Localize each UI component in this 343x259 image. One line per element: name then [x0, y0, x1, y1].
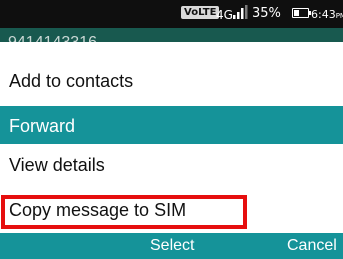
clock-time: 6:43 — [311, 8, 336, 21]
menu-item-view-details[interactable]: View details — [0, 153, 343, 177]
volte-badge: VoLTE — [181, 6, 220, 19]
background-conversation-header: 9414143316 — [0, 28, 343, 42]
select-softkey[interactable]: Select — [150, 236, 194, 256]
cancel-softkey[interactable]: Cancel — [287, 236, 337, 256]
battery-percent: 35% — [252, 6, 281, 21]
status-bar: VoLTE 4G 35% 6:43PM — [0, 0, 343, 28]
network-type: 4G — [216, 8, 233, 22]
battery-icon — [292, 8, 311, 18]
clock: 6:43PM — [311, 8, 343, 23]
highlight-annotation-box — [1, 195, 247, 229]
battery-level-fill — [294, 10, 299, 16]
signal-bars-icon — [233, 5, 248, 19]
menu-item-add-to-contacts[interactable]: Add to contacts — [0, 69, 343, 93]
background-phone-number: 9414143316 — [8, 34, 97, 42]
phone-screen: VoLTE 4G 35% 6:43PM 9414143316 Add to co… — [0, 0, 343, 259]
menu-item-forward[interactable]: Forward — [0, 106, 343, 144]
softkey-bar: Select Cancel — [0, 233, 343, 259]
clock-ampm: PM — [335, 12, 343, 20]
